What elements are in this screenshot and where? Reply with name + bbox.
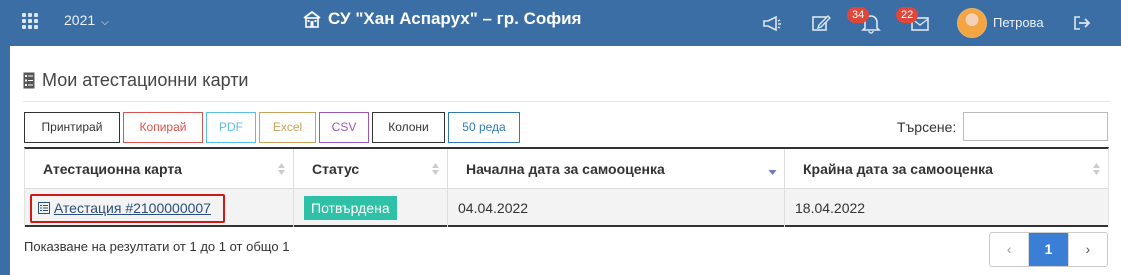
page-title: Мои атестационни карти [23,70,249,91]
school-title: СУ "Хан Аспарух" – гр. София [302,9,581,29]
page-length-button[interactable]: 50 реда [448,112,520,143]
attestation-table: Атестационна карта Статус Начална дата з… [24,147,1109,227]
username[interactable]: Петрова [993,15,1044,30]
notifications-badge: 34 [847,7,870,23]
apps-grid-icon[interactable] [22,13,38,29]
cell-card: Атестация #2100000007 [25,189,294,227]
page-title-text: Мои атестационни карти [42,70,249,90]
content-panel: Мои атестационни карти Принтирай Копирай… [10,46,1121,275]
column-header-start-date[interactable]: Начална дата за самооценка [448,149,785,189]
column-header-label: Начална дата за самооценка [466,161,665,177]
table-header: Атестационна карта Статус Начална дата з… [25,149,1108,189]
logout-icon[interactable] [1071,12,1093,34]
avatar[interactable] [957,8,987,38]
document-icon [38,202,50,214]
column-header-end-date[interactable]: Крайна дата за самооценка [785,149,1108,189]
status-badge: Потвърдена [304,196,397,220]
sort-icon [432,163,439,175]
checklist-icon [23,72,35,89]
year-label: 2021 [64,12,96,28]
cell-status: Потвърдена [294,189,448,227]
school-icon [303,10,321,28]
title-divider [23,101,1110,102]
pdf-button[interactable]: PDF [206,112,256,143]
school-title-text: СУ "Хан Аспарух" – гр. София [328,9,582,28]
search-input[interactable] [963,112,1108,141]
attestation-link[interactable]: Атестация #2100000007 [30,194,225,223]
print-button[interactable]: Принтирай [24,112,120,143]
column-header-card[interactable]: Атестационна карта [25,149,294,189]
megaphone-icon[interactable] [761,12,783,34]
pagination: ‹ 1 › [989,232,1108,267]
pagination-prev-button[interactable]: ‹ [990,233,1030,266]
csv-button[interactable]: CSV [319,112,369,143]
column-header-label: Атестационна карта [43,161,182,177]
column-header-label: Статус [312,161,360,177]
column-header-status[interactable]: Статус [294,149,448,189]
pagination-next-button[interactable]: › [1067,233,1107,266]
sort-desc-icon [768,170,777,175]
table-info: Показване на резултати от 1 до 1 от общо… [24,239,290,254]
pagination-page-1[interactable]: 1 [1029,233,1068,266]
top-navbar: 2021 ⌵ СУ "Хан Аспарух" – гр. София 34 22… [0,0,1121,46]
column-header-label: Крайна дата за самооценка [803,161,993,177]
sort-icon [278,163,285,175]
table-row: Атестация #2100000007 Потвърдена 04.04.2… [25,189,1108,227]
edit-icon[interactable] [810,12,832,34]
chevron-down-icon: ⌵ [101,17,109,28]
year-selector[interactable]: 2021 ⌵ [64,12,109,28]
cell-start-date: 04.04.2022 [448,189,785,227]
sort-icon [1093,163,1100,175]
messages-badge: 22 [896,7,919,23]
columns-button[interactable]: Колони [372,112,445,143]
search-label: Търсене: [897,119,957,135]
excel-button[interactable]: Excel [259,112,316,143]
copy-button[interactable]: Копирай [123,112,203,143]
cell-end-date: 18.04.2022 [795,200,866,216]
attestation-link-text: Атестация #2100000007 [53,200,211,216]
